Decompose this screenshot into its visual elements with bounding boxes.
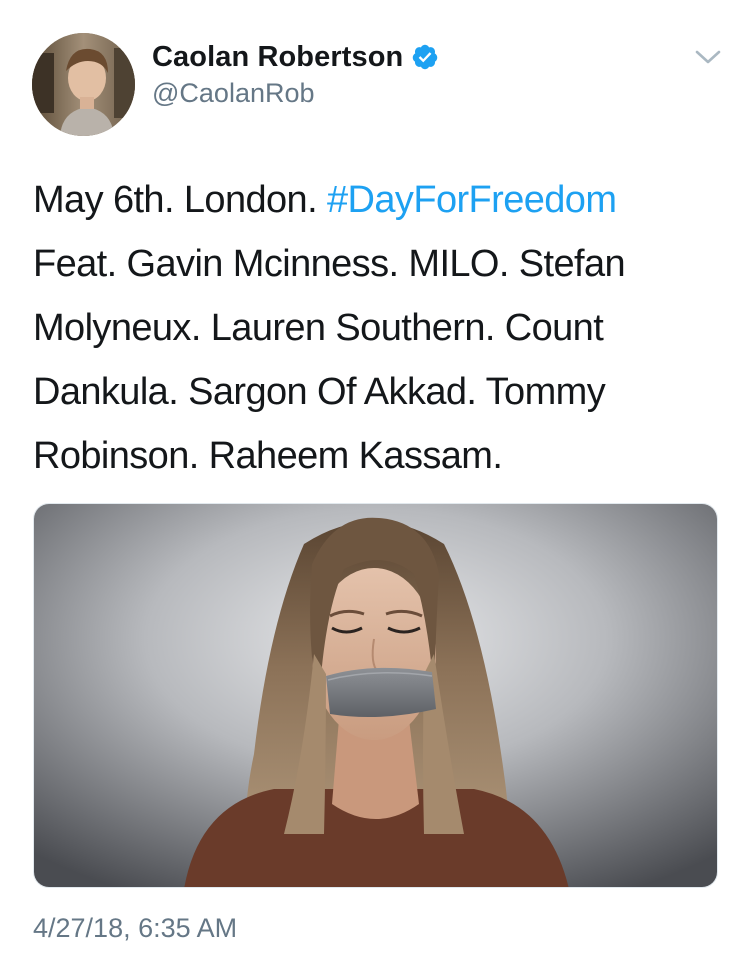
tweet-text-line: May 6th. London. #DayForFreedom <box>33 168 723 232</box>
author-display-name[interactable]: Caolan Robertson <box>152 41 403 74</box>
hashtag-link[interactable]: #DayForFreedom <box>327 179 617 221</box>
tweet-timestamp[interactable]: 4/27/18, 6:35 AM <box>33 913 237 944</box>
verified-badge-icon <box>411 43 439 71</box>
tweet-text-line: Molyneux. Lauren Southern. Count <box>33 307 604 349</box>
tweet-text-line: Dankula. Sargon Of Akkad. Tommy <box>33 371 606 413</box>
tweet-text-line: Robinson. Raheem Kassam. <box>33 435 503 477</box>
media-image <box>34 504 717 887</box>
tweet-text-segment: May 6th. London. <box>33 179 328 221</box>
avatar-photo <box>32 33 135 136</box>
author-name-row[interactable]: Caolan Robertson <box>152 40 439 74</box>
author-avatar[interactable] <box>32 33 135 136</box>
tweet-text: May 6th. London. #DayForFreedom Feat. Ga… <box>33 168 723 488</box>
author-handle[interactable]: @CaolanRob <box>152 78 315 109</box>
tweet-card: Caolan Robertson @CaolanRob May 6th. Lon… <box>0 0 750 963</box>
chevron-down-icon[interactable] <box>694 46 722 68</box>
tweet-media-photo[interactable] <box>33 503 718 888</box>
tweet-text-line: Feat. Gavin Mcinness. MILO. Stefan <box>33 243 626 285</box>
